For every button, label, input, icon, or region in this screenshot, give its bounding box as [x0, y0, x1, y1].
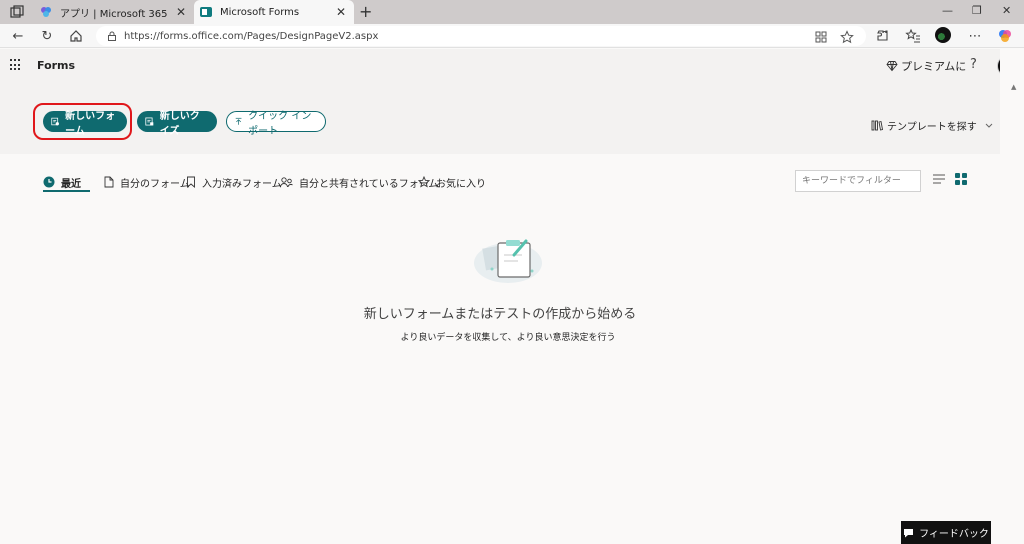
microsoft365-apps-icon — [40, 6, 52, 18]
tab-recent[interactable]: 最近 — [43, 175, 81, 190]
tab-favorites[interactable]: お気に入り — [418, 175, 486, 190]
feedback-button[interactable]: フィードバック — [901, 521, 991, 544]
favorite-star-icon[interactable] — [840, 30, 854, 44]
tab-label: 最近 — [61, 178, 81, 190]
app-header: Forms プレミアムに ? — [0, 49, 1000, 81]
new-quiz-label: 新しいクイズ — [159, 110, 200, 137]
quick-import-label: クイック インポート — [248, 110, 312, 137]
templates-label: テンプレートを探す — [887, 122, 977, 133]
browser-toolbar: ← ↻ https://forms.office.com/Pages/Desig… — [0, 24, 1024, 48]
new-tab-button[interactable]: + — [359, 2, 372, 21]
tab-filled-forms[interactable]: 入力済みフォーム — [186, 175, 282, 190]
app-available-icon[interactable] — [814, 30, 828, 44]
copilot-icon[interactable] — [997, 28, 1013, 44]
close-tab-icon[interactable]: ✕ — [336, 5, 346, 19]
people-icon — [280, 177, 293, 188]
empty-state-title: 新しいフォームまたはテストの作成から始める — [363, 307, 637, 322]
lock-icon — [108, 31, 116, 41]
empty-state-subtitle: より良いデータを収集して、より良い意思決定を行う — [400, 333, 616, 343]
forms-logo-icon — [200, 6, 212, 18]
scroll-up-icon[interactable]: ▲ — [1011, 83, 1016, 91]
tab-label: お気に入り — [436, 178, 486, 190]
list-view-icon[interactable] — [933, 174, 945, 184]
premium-button[interactable]: プレミアムに — [886, 58, 966, 74]
feedback-icon — [904, 528, 914, 537]
templates-icon — [871, 120, 883, 131]
new-quiz-button[interactable]: 新しいクイズ — [137, 111, 217, 137]
more-options-icon[interactable]: ⋯ — [967, 28, 983, 44]
tab-label: 自分のフォーム — [120, 178, 190, 190]
tab-actions-icon[interactable] — [10, 5, 24, 19]
quick-import-button[interactable]: クイック インポート — [226, 111, 326, 137]
highlight-annotation — [33, 103, 132, 140]
help-icon[interactable]: ? — [970, 57, 977, 72]
document-icon — [104, 176, 114, 188]
restore-button[interactable]: ❐ — [972, 4, 982, 17]
refresh-icon[interactable]: ↻ — [39, 28, 55, 44]
new-quiz-icon — [145, 117, 154, 126]
browser-profile-avatar[interactable] — [935, 27, 951, 43]
browser-tab-microsoft365[interactable]: アプリ | Microsoft 365 ✕ — [34, 0, 194, 24]
tab-title: Microsoft Forms — [220, 6, 300, 18]
back-icon[interactable]: ← — [10, 28, 26, 44]
address-bar[interactable]: https://forms.office.com/Pages/DesignPag… — [96, 26, 866, 46]
tab-title: アプリ | Microsoft 365 — [60, 8, 168, 20]
url-text: https://forms.office.com/Pages/DesignPag… — [124, 30, 379, 42]
scrollbar[interactable] — [1000, 49, 1024, 544]
star-icon — [418, 176, 430, 188]
upload-icon — [235, 117, 242, 125]
grid-view-icon[interactable] — [955, 173, 967, 185]
feedback-label: フィードバック — [919, 529, 989, 540]
extensions-icon[interactable] — [874, 28, 890, 44]
minimize-button[interactable]: — — [942, 4, 953, 17]
close-window-button[interactable]: ✕ — [1002, 4, 1011, 17]
browser-tab-strip: アプリ | Microsoft 365 ✕ Microsoft Forms ✕ … — [0, 0, 1024, 24]
explore-templates-button[interactable]: テンプレートを探す — [871, 118, 999, 133]
app-launcher-icon[interactable] — [10, 59, 22, 71]
premium-label: プレミアムに — [901, 60, 967, 73]
browser-tab-forms[interactable]: Microsoft Forms ✕ — [194, 0, 354, 24]
chevron-down-icon — [985, 123, 993, 128]
app-title[interactable]: Forms — [37, 59, 75, 72]
clock-icon — [43, 176, 55, 188]
hero-section: 新しいフォーム 新しいクイズ クイック インポート テンプレートを探す — [0, 81, 1000, 154]
tab-label: 入力済みフォーム — [202, 178, 282, 190]
home-icon[interactable] — [68, 28, 84, 44]
favorites-icon[interactable] — [905, 28, 921, 44]
clipboard-illustration — [474, 239, 542, 283]
active-tab-indicator — [43, 190, 90, 192]
keyword-filter-input[interactable] — [795, 170, 921, 192]
close-tab-icon[interactable]: ✕ — [176, 5, 186, 19]
bookmark-icon — [187, 176, 195, 188]
tab-shared-with-me[interactable]: 自分と共有されているフォーム — [280, 175, 438, 190]
tab-my-forms[interactable]: 自分のフォーム — [104, 175, 190, 190]
diamond-icon — [886, 61, 898, 72]
